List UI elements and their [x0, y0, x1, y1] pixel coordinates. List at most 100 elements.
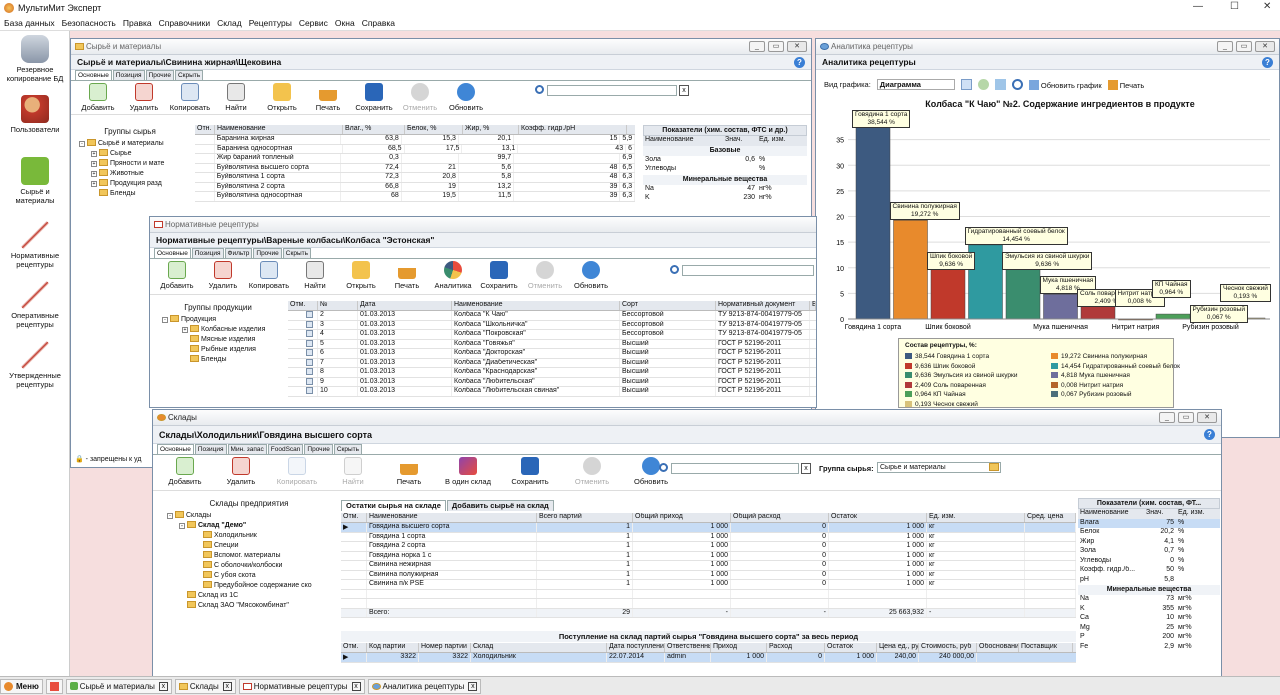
menu-warehouse[interactable]: Склад [217, 18, 242, 28]
row-checkbox[interactable] [306, 377, 313, 385]
group-select[interactable]: Сырье и материалы [877, 462, 1001, 473]
delete-button[interactable]: Удалить [121, 81, 167, 112]
table-row[interactable] [341, 599, 1076, 609]
table-row[interactable] [341, 589, 1076, 599]
table-row[interactable]: Буйволятина 2 сорта 66,8 19 13,2 39 6,3 [195, 182, 635, 192]
tree-node[interactable]: + Колбасные изделия [162, 325, 265, 335]
tree-node[interactable]: - Продукция [162, 315, 265, 325]
close-icon[interactable]: x [468, 681, 478, 691]
tree-node[interactable]: С убоя скота [167, 571, 312, 581]
refresh-button[interactable]: Обновить [568, 259, 614, 290]
table-row[interactable]: 2 01.03.2013 Колбаса "К Чаю" Бессортовой ТУ … [288, 311, 816, 321]
tree-node[interactable]: Бленды [79, 189, 164, 199]
tree-node[interactable]: + Пряности и мате [79, 159, 164, 169]
copy-button[interactable]: Копировать [269, 455, 325, 486]
merge-warehouse-button[interactable]: В один склад [437, 455, 499, 486]
indicator-row[interactable]: pH 5,8 [1078, 576, 1220, 586]
help-icon[interactable]: ? [794, 56, 805, 68]
menu-service[interactable]: Сервис [299, 18, 328, 28]
tree-node[interactable]: + Животные [79, 169, 164, 179]
subtab-add-stock[interactable]: Добавить сырьё на склад [446, 500, 554, 511]
table-row[interactable]: Говядина норка 1 с11 000 0 1 000 кг [341, 551, 1076, 561]
row-checkbox[interactable] [306, 339, 313, 347]
save-button[interactable]: Сохранить [476, 259, 522, 290]
tree-node[interactable]: Специи [167, 541, 312, 551]
search-input[interactable] [671, 463, 799, 474]
table-row[interactable]: 10 01.03.2013 Колбаса "Любительская свиная… [288, 387, 816, 397]
search-clear-button[interactable]: x [801, 463, 811, 474]
indicator-row[interactable]: Зола 0,6% [643, 156, 807, 166]
tab-hide[interactable]: Скрыть [333, 444, 363, 454]
indicator-row[interactable]: Na 73 мг% [1078, 595, 1220, 605]
window-max-button[interactable]: ▭ [768, 41, 784, 52]
close-icon[interactable]: x [158, 681, 168, 691]
help-icon[interactable]: ? [1262, 56, 1273, 68]
delete-button[interactable]: Удалить [200, 259, 246, 290]
close-button[interactable]: ✕ [1263, 1, 1271, 12]
refresh-chart-button[interactable]: Обновить график [1028, 79, 1102, 90]
nav-raw-materials[interactable]: Сырьё и материалы [0, 157, 70, 205]
window-close-button[interactable]: ✕ [1197, 412, 1217, 423]
nav-norm-recipes[interactable]: Нормативные рецептуры [0, 221, 70, 269]
tree-node[interactable]: Холодильник [167, 531, 312, 541]
copy-button[interactable]: Копировать [167, 81, 213, 112]
tab-other[interactable]: Прочие [253, 248, 282, 258]
window-max-button[interactable]: ▭ [1178, 412, 1194, 423]
row-checkbox[interactable] [306, 330, 313, 337]
tree-node[interactable]: Склад из 1С [167, 591, 312, 601]
row-checkbox[interactable] [306, 349, 313, 356]
taskbar-menu[interactable]: Меню [0, 678, 43, 694]
menu-recipes[interactable]: Рецептуры [249, 18, 292, 28]
menu-windows[interactable]: Окна [335, 18, 355, 28]
nav-backup[interactable]: Резервное копирование БД [0, 35, 70, 83]
table-row[interactable]: 5 01.03.2013 Колбаса "Говяжья" Высший ГОСТ Р… [288, 339, 816, 349]
window-min-button[interactable]: _ [1159, 412, 1175, 423]
tree-node[interactable]: - Склад "Демо" [167, 521, 312, 531]
tree-node[interactable]: + Продукция разд [79, 179, 164, 189]
tab-other[interactable]: Прочие [304, 444, 333, 454]
row-checkbox[interactable] [306, 387, 313, 394]
indicator-row[interactable]: Fe 2,9 мг% [1078, 643, 1220, 653]
tree-node[interactable]: + Сырье [79, 149, 164, 159]
table-row[interactable]: ▶ Говядина высшего сорта 1 1 000 0 1 000 кг [341, 523, 1076, 533]
find-button[interactable]: Найти [325, 455, 381, 486]
tree-node[interactable]: - Склады [167, 511, 312, 521]
search-input[interactable] [547, 85, 677, 96]
menu-references[interactable]: Справочники [159, 18, 211, 28]
find-button[interactable]: Найти [292, 259, 338, 290]
table-row[interactable]: 4 01.03.2013 Колбаса "Покровская" Бессортов… [288, 330, 816, 340]
taskbar-item-norm[interactable]: Нормативные рецептуры x [238, 678, 365, 694]
indicator-row[interactable]: K 230 нг% [643, 194, 807, 204]
find-button[interactable]: Найти [213, 81, 259, 112]
taskbar-home[interactable] [45, 678, 63, 694]
indicator-row[interactable]: K 355 мг% [1078, 605, 1220, 615]
zoom-icon[interactable] [1011, 79, 1023, 90]
menu-help[interactable]: Справка [362, 18, 395, 28]
indicator-row[interactable]: Углеводы 0% [1078, 557, 1220, 567]
table-row[interactable]: 9 01.03.2013 Колбаса "Любительская" Высший Г… [288, 377, 816, 387]
window-close-button[interactable]: ✕ [1255, 41, 1275, 52]
tree-node[interactable]: Рыбные изделия [162, 345, 265, 355]
subtab-stock[interactable]: Остатки сырья на складе [341, 500, 446, 511]
add-button[interactable]: Добавить [154, 259, 200, 290]
chart-type-select[interactable]: Диаграмма [876, 79, 955, 90]
table-row[interactable]: Свинина полужирная 1 1 000 0 1 000 кг [341, 570, 1076, 580]
window-close-button[interactable]: ✕ [787, 41, 807, 52]
table-row[interactable]: Говядина 2 сорта 1 1 000 0 1 000 кг [341, 542, 1076, 552]
chart-print-button[interactable]: Печать [1107, 79, 1144, 90]
taskbar-item-raw[interactable]: Сырьё и материалы x [65, 678, 172, 694]
close-icon[interactable]: x [222, 681, 232, 691]
nav-users[interactable]: Пользователи [0, 95, 70, 134]
window-max-button[interactable]: ▭ [1236, 41, 1252, 52]
search-clear-button[interactable]: x [679, 85, 689, 96]
folder-browse-icon[interactable] [989, 463, 999, 471]
print-button[interactable]: Печать [305, 81, 351, 112]
save-button[interactable]: Сохранить [499, 455, 561, 486]
save-button[interactable]: Сохранить [351, 81, 397, 112]
tab-position[interactable]: Позиция [194, 444, 227, 454]
table-row[interactable]: Всего: 29- -25 663,932- [341, 608, 1076, 618]
tab-main[interactable]: Основные [157, 444, 194, 454]
table-row[interactable]: Буйволятина высшего сорта 72,4 21 5,6 48 6,5 [195, 163, 635, 173]
zoom-area-icon[interactable] [994, 79, 1006, 90]
open-button[interactable]: Открыть [259, 81, 305, 112]
